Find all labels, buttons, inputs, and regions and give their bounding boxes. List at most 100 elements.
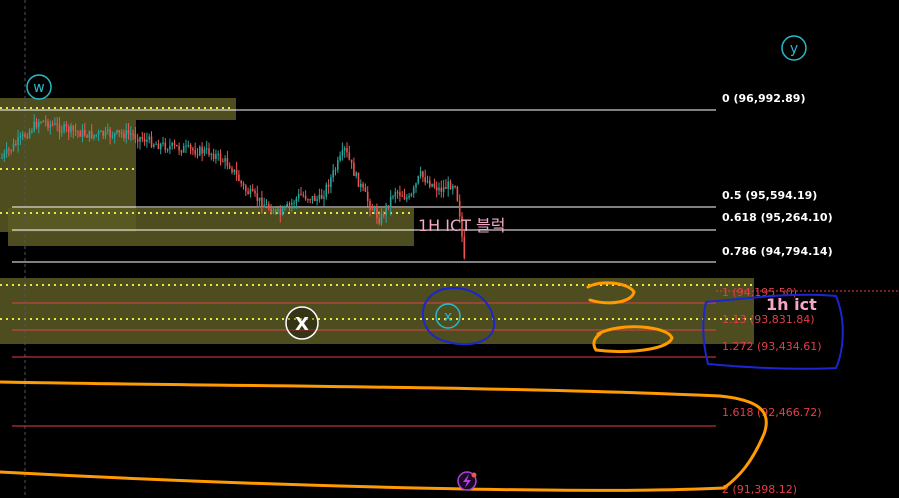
candle-body bbox=[286, 203, 288, 207]
candle-body bbox=[447, 181, 449, 189]
candle-body bbox=[8, 149, 10, 151]
candle-body bbox=[362, 183, 364, 188]
candle-body bbox=[40, 121, 42, 123]
candle-body bbox=[288, 203, 291, 205]
candle-body bbox=[426, 180, 429, 183]
candle-body bbox=[67, 126, 70, 133]
candle-body bbox=[357, 172, 360, 187]
candle-body bbox=[281, 208, 284, 216]
candle-body bbox=[38, 122, 40, 128]
candle-body bbox=[458, 200, 461, 217]
candle-body bbox=[208, 148, 210, 155]
candle-body bbox=[86, 135, 88, 138]
candle-body bbox=[95, 134, 98, 136]
zone-lower-wide bbox=[0, 278, 754, 344]
candle-body bbox=[355, 172, 357, 176]
candle-body bbox=[228, 165, 231, 169]
wave-x-circle-marker: X bbox=[285, 306, 319, 340]
candle-body bbox=[406, 197, 408, 200]
candle-body bbox=[339, 155, 341, 161]
candle-body bbox=[166, 149, 169, 151]
candle-body bbox=[210, 153, 213, 155]
candle-body bbox=[178, 146, 180, 151]
candle-body bbox=[256, 193, 259, 201]
candle-body bbox=[410, 193, 413, 196]
candle-body bbox=[33, 121, 35, 131]
candle-body bbox=[263, 205, 265, 208]
candle-body bbox=[185, 145, 187, 147]
candle-body bbox=[123, 133, 125, 139]
candle-body bbox=[438, 187, 440, 191]
candle-body bbox=[364, 187, 367, 192]
candle-body bbox=[192, 148, 194, 151]
candle-body bbox=[35, 121, 38, 128]
candle-body bbox=[205, 148, 208, 150]
candle-body bbox=[79, 131, 81, 137]
candle-body bbox=[302, 194, 305, 196]
candle-body bbox=[217, 153, 219, 155]
candle-body bbox=[272, 212, 275, 214]
candle-body bbox=[360, 183, 362, 187]
candle-body bbox=[97, 132, 100, 135]
candle-body bbox=[100, 131, 102, 133]
candle-body bbox=[433, 183, 436, 188]
candle-body bbox=[88, 130, 91, 138]
candle-body bbox=[61, 130, 63, 133]
candle-body bbox=[93, 134, 95, 139]
candle-body bbox=[284, 206, 286, 209]
candle-body bbox=[159, 144, 162, 150]
candle-body bbox=[212, 153, 215, 159]
candle-body bbox=[132, 133, 134, 135]
candle-body bbox=[176, 144, 178, 147]
candle-body bbox=[3, 153, 6, 158]
candle-body bbox=[268, 204, 270, 209]
candle-body bbox=[5, 149, 8, 154]
candle-body bbox=[56, 123, 58, 125]
candle-body bbox=[63, 124, 65, 131]
ict-block-label: 1H ICT 블럭 bbox=[418, 216, 506, 235]
candle-body bbox=[24, 134, 26, 137]
candle-body bbox=[373, 208, 376, 211]
candle-body bbox=[366, 191, 369, 202]
candle-body bbox=[139, 137, 141, 142]
candle-body bbox=[102, 131, 104, 136]
candle-body bbox=[130, 133, 132, 135]
candle-body bbox=[231, 168, 233, 173]
candle-body bbox=[415, 183, 417, 188]
candle-body bbox=[429, 180, 431, 187]
fib-label-1.618: 1.618 (92,466.72) bbox=[722, 406, 822, 419]
candle-body bbox=[325, 184, 328, 197]
candle-body bbox=[31, 130, 33, 132]
candle-body bbox=[235, 169, 238, 175]
candle-body bbox=[242, 183, 245, 186]
candle-body bbox=[369, 201, 371, 210]
price-chart[interactable]: 0 (96,992.89) 0.5 (95,594.19) 0.618 (95,… bbox=[0, 0, 899, 498]
candle-body bbox=[318, 195, 321, 200]
candle-body bbox=[84, 129, 86, 136]
candle-body bbox=[320, 195, 323, 199]
candle-body bbox=[380, 213, 383, 224]
candle-body bbox=[327, 184, 330, 187]
candle-body bbox=[249, 189, 252, 194]
fib-label-0: 0 (96,992.89) bbox=[722, 92, 805, 105]
candle-body bbox=[261, 197, 263, 208]
candle-body bbox=[309, 199, 311, 201]
candle-body bbox=[412, 187, 415, 194]
candle-body bbox=[258, 197, 261, 201]
candle-body bbox=[219, 153, 222, 162]
lightning-alert-icon[interactable] bbox=[457, 471, 477, 491]
candle-body bbox=[127, 130, 130, 135]
candle-body bbox=[194, 150, 196, 155]
candle-body bbox=[182, 146, 185, 153]
candle-body bbox=[431, 183, 433, 187]
candle-body bbox=[77, 131, 79, 133]
zone-upper bbox=[0, 98, 236, 120]
candle-body bbox=[109, 129, 111, 137]
candle-body bbox=[233, 169, 236, 173]
candle-body bbox=[1, 157, 3, 159]
candle-body bbox=[348, 152, 351, 160]
candle-body bbox=[118, 130, 121, 133]
candle-body bbox=[26, 136, 29, 138]
fib-label-0.618: 0.618 (95,264.10) bbox=[722, 211, 833, 224]
candle-body bbox=[449, 181, 452, 190]
